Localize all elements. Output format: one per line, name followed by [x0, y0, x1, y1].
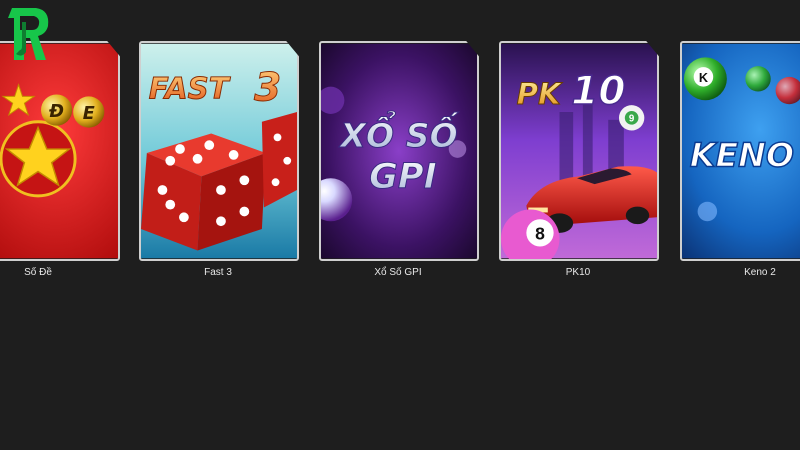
game-title-so-de[interactable]: Số Đề: [0, 267, 118, 278]
fast-3-artwork: FAST 3: [141, 43, 297, 259]
xo-so-gpi-artwork: XỔ SỐ GPI: [321, 43, 477, 259]
so-de-artwork: Đ E: [0, 43, 118, 259]
game-card-keno-2[interactable]: K KENO: [680, 41, 800, 261]
game-title-keno-2[interactable]: Keno 2: [680, 267, 800, 278]
keno-2-artwork: K KENO: [682, 43, 800, 259]
game-title-xo-so-gpi[interactable]: Xổ Số GPI: [318, 267, 478, 278]
game-title-fast-3[interactable]: Fast 3: [138, 267, 298, 278]
art-label: 3: [254, 65, 281, 110]
game-title-pk10[interactable]: PK10: [498, 267, 658, 278]
art-label: XỔ SỐ: [338, 109, 459, 155]
art-label: Đ: [48, 102, 64, 122]
brand-logo[interactable]: [6, 4, 54, 66]
ball-number: K: [699, 71, 709, 85]
ball-number: 8: [535, 224, 545, 244]
art-label: FAST: [149, 71, 231, 105]
ball-number: 9: [629, 114, 635, 125]
game-card-pk10[interactable]: PK 10 9 8: [499, 41, 659, 261]
game-card-xo-so-gpi[interactable]: XỔ SỐ GPI: [319, 41, 479, 261]
game-card-so-de[interactable]: Đ E: [0, 41, 120, 261]
art-label: PK: [517, 77, 563, 111]
art-label: 10: [571, 69, 625, 114]
dice-icon: [141, 133, 266, 251]
brand-logo-icon: [8, 8, 49, 60]
pk10-artwork: PK 10 9 8: [501, 43, 657, 259]
art-label: E: [83, 104, 95, 124]
art-label: KENO: [690, 136, 794, 175]
art-label: GPI: [369, 156, 437, 197]
game-card-fast-3[interactable]: FAST 3: [139, 41, 299, 261]
